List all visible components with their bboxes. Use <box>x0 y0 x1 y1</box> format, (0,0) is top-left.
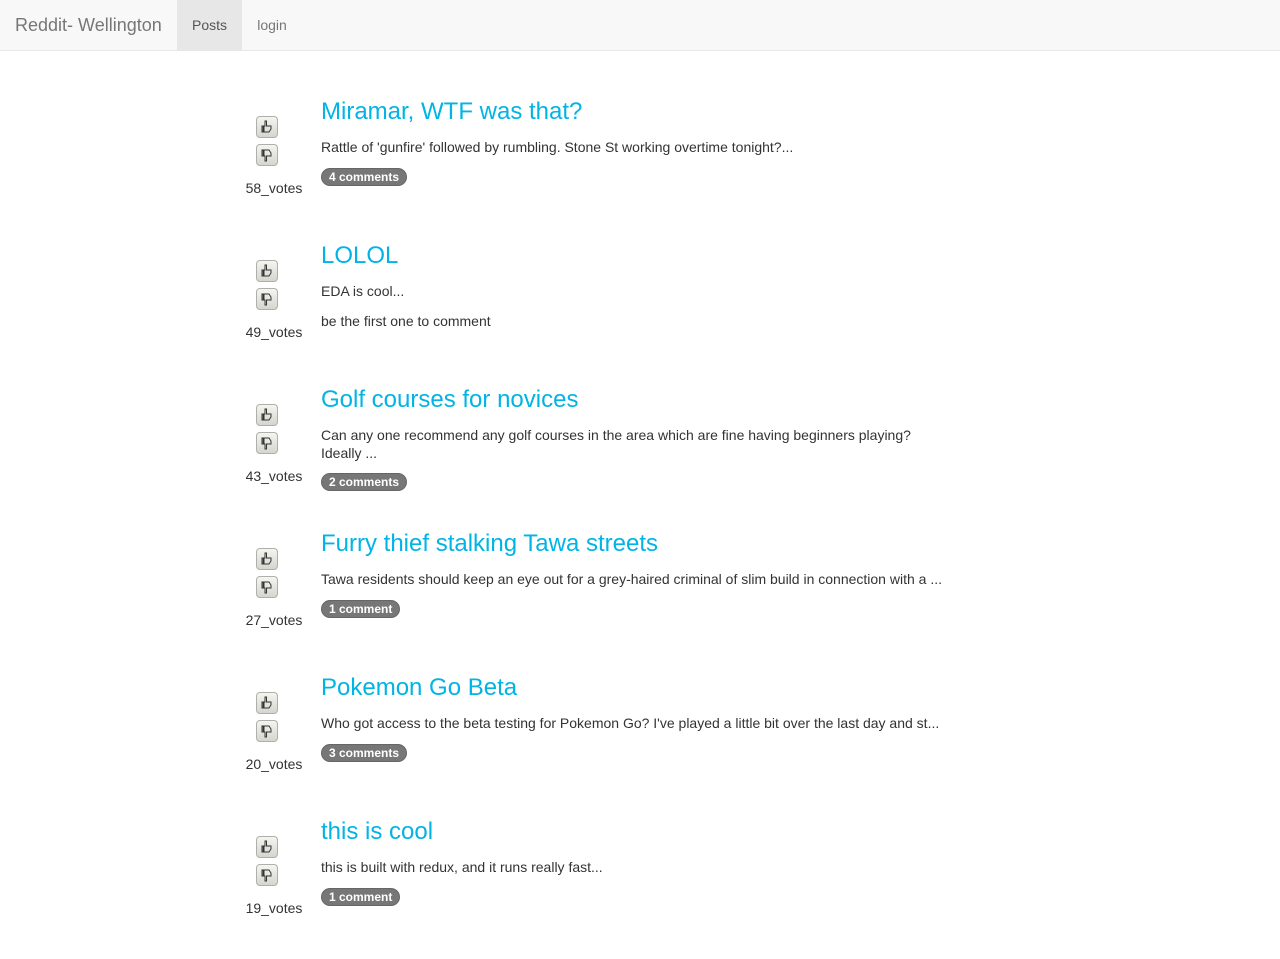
post-content: Miramar, WTF was that? Rattle of 'gunfir… <box>321 98 971 186</box>
comments-badge[interactable]: 2 comments <box>321 473 408 491</box>
post-excerpt: Rattle of 'gunfire' followed by rumbling… <box>321 139 794 155</box>
post-item: 58_votes Miramar, WTF was that? Rattle o… <box>240 98 980 228</box>
post-meta: 3 comments <box>321 744 971 762</box>
vote-column: 49_votes <box>240 242 308 362</box>
vote-column: 20_votes <box>240 674 308 794</box>
post-excerpt: Tawa residents should keep an eye out fo… <box>321 571 942 587</box>
post-excerpt: this is built with redux, and it runs re… <box>321 859 603 875</box>
post-excerpt: EDA is cool... <box>321 283 405 299</box>
post-excerpt: Who got access to the beta testing for P… <box>321 715 940 731</box>
post-title-link[interactable]: Pokemon Go Beta <box>321 674 971 702</box>
thumbs-down-icon <box>261 437 272 450</box>
brand-link[interactable]: Reddit- Wellington <box>15 0 162 50</box>
thumbs-down-icon <box>261 725 272 738</box>
downvote-button[interactable] <box>256 576 278 598</box>
post-meta: 2 comments <box>321 473 971 491</box>
post-item: 19_votes this is cool this is built with… <box>240 818 980 948</box>
post-item: 27_votes Furry thief stalking Tawa stree… <box>240 530 980 660</box>
post-item: 43_votes Golf courses for novices Can an… <box>240 386 980 516</box>
nav-login[interactable]: login <box>242 0 302 50</box>
post-content: Furry thief stalking Tawa streets Tawa r… <box>321 530 971 618</box>
thumbs-up-icon <box>261 120 272 133</box>
vote-count: 58_votes <box>245 180 303 196</box>
downvote-button[interactable] <box>256 720 278 742</box>
post-content: LOLOL EDA is cool... be the first one to… <box>321 242 971 330</box>
post-title-link[interactable]: Miramar, WTF was that? <box>321 98 971 126</box>
downvote-button[interactable] <box>256 864 278 886</box>
post-content: this is cool this is built with redux, a… <box>321 818 971 906</box>
post-excerpt: Can any one recommend any golf courses i… <box>321 427 911 461</box>
thumbs-up-icon <box>261 696 272 709</box>
upvote-button[interactable] <box>256 836 278 858</box>
downvote-button[interactable] <box>256 144 278 166</box>
post-title-link[interactable]: LOLOL <box>321 242 971 270</box>
post-content: Pokemon Go Beta Who got access to the be… <box>321 674 971 762</box>
comments-badge[interactable]: 3 comments <box>321 744 408 762</box>
upvote-button[interactable] <box>256 116 278 138</box>
navbar: Reddit- Wellington Posts login <box>0 0 1280 51</box>
post-title-link[interactable]: Golf courses for novices <box>321 386 971 414</box>
vote-count: 19_votes <box>245 900 303 916</box>
vote-column: 43_votes <box>240 386 308 506</box>
thumbs-down-icon <box>261 293 272 306</box>
upvote-button[interactable] <box>256 260 278 282</box>
first-comment-link[interactable]: be the first one to comment <box>321 313 491 329</box>
vote-column: 19_votes <box>240 818 308 938</box>
vote-count: 49_votes <box>245 324 303 340</box>
post-item: 20_votes Pokemon Go Beta Who got access … <box>240 674 980 804</box>
nav-posts[interactable]: Posts <box>177 0 242 50</box>
post-item: 49_votes LOLOL EDA is cool... be the fir… <box>240 242 980 372</box>
vote-count: 43_votes <box>245 468 303 484</box>
vote-count: 20_votes <box>245 756 303 772</box>
post-title-link[interactable]: Furry thief stalking Tawa streets <box>321 530 971 558</box>
thumbs-down-icon <box>261 869 272 882</box>
comments-badge[interactable]: 1 comment <box>321 888 401 906</box>
downvote-button[interactable] <box>256 288 278 310</box>
post-meta: 1 comment <box>321 888 971 906</box>
thumbs-down-icon <box>261 149 272 162</box>
post-meta: be the first one to comment <box>321 312 971 330</box>
comments-badge[interactable]: 4 comments <box>321 168 408 186</box>
post-meta: 4 comments <box>321 168 971 186</box>
thumbs-up-icon <box>261 408 272 421</box>
vote-column: 27_votes <box>240 530 308 650</box>
upvote-button[interactable] <box>256 404 278 426</box>
upvote-button[interactable] <box>256 692 278 714</box>
post-title-link[interactable]: this is cool <box>321 818 971 846</box>
thumbs-up-icon <box>261 264 272 277</box>
post-meta: 1 comment <box>321 600 971 618</box>
thumbs-up-icon <box>261 552 272 565</box>
thumbs-down-icon <box>261 581 272 594</box>
downvote-button[interactable] <box>256 432 278 454</box>
comments-badge[interactable]: 1 comment <box>321 600 401 618</box>
post-content: Golf courses for novices Can any one rec… <box>321 386 971 491</box>
upvote-button[interactable] <box>256 548 278 570</box>
vote-count: 27_votes <box>245 612 303 628</box>
thumbs-up-icon <box>261 840 272 853</box>
vote-column: 58_votes <box>240 98 308 218</box>
